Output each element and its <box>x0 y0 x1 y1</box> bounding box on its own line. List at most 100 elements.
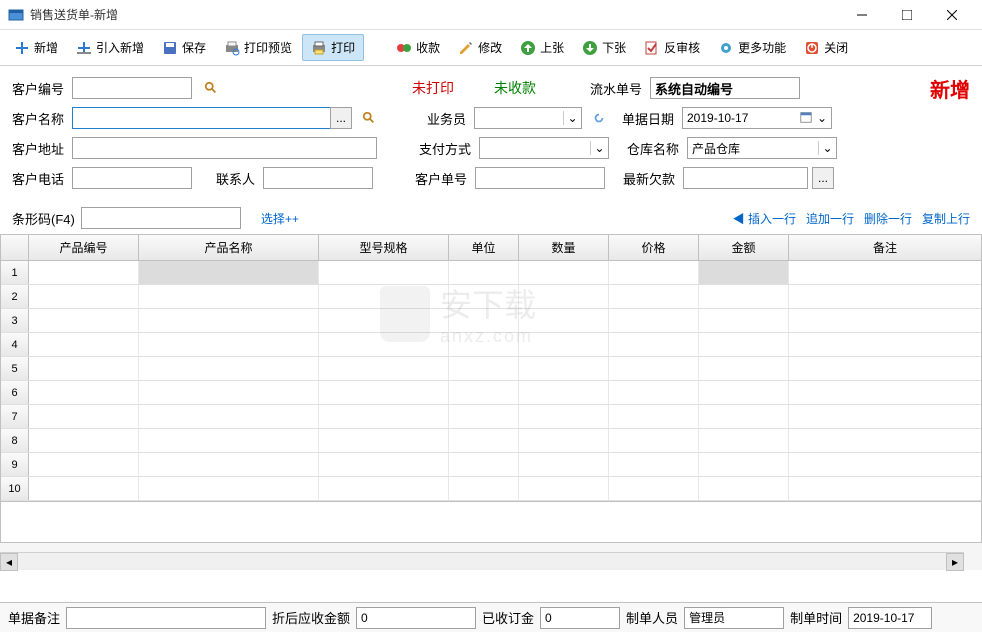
cell-price[interactable] <box>609 285 699 308</box>
cell-product-no[interactable] <box>29 453 139 476</box>
cell-product-name[interactable] <box>139 453 319 476</box>
cell-price[interactable] <box>609 261 699 284</box>
cell-spec[interactable] <box>319 357 449 380</box>
col-remark[interactable]: 备注 <box>789 235 981 260</box>
cell-amount[interactable] <box>699 333 789 356</box>
cell-amount[interactable] <box>699 285 789 308</box>
horizontal-scrollbar[interactable]: ◂ ▸ <box>0 552 964 570</box>
cell-amount[interactable] <box>699 309 789 332</box>
cell-qty[interactable] <box>519 261 609 284</box>
print-preview-button[interactable]: 打印预览 <box>216 35 300 60</box>
maker-input[interactable] <box>684 607 784 629</box>
cell-product-no[interactable] <box>29 333 139 356</box>
copy-prev-row-link[interactable]: 复制上行 <box>922 210 970 227</box>
cell-qty[interactable] <box>519 453 609 476</box>
customer-search-icon[interactable] <box>200 77 222 99</box>
cell-product-name[interactable] <box>139 405 319 428</box>
cell-spec[interactable] <box>319 453 449 476</box>
cell-amount[interactable] <box>699 453 789 476</box>
cell-qty[interactable] <box>519 333 609 356</box>
cell-price[interactable] <box>609 333 699 356</box>
cell-remark[interactable] <box>789 453 981 476</box>
cell-product-no[interactable] <box>29 261 139 284</box>
bill-date-picker[interactable]: 2019-10-17 ⌄ <box>682 107 832 129</box>
cell-unit[interactable] <box>449 381 519 404</box>
cell-spec[interactable] <box>319 477 449 500</box>
table-row[interactable]: 2 <box>1 285 981 309</box>
scroll-left-button[interactable]: ◂ <box>0 553 18 571</box>
cell-product-name[interactable] <box>139 381 319 404</box>
last-debt-browse-button[interactable]: ... <box>812 167 834 189</box>
unaudit-button[interactable]: 反审核 <box>636 35 708 60</box>
cell-amount[interactable] <box>699 357 789 380</box>
cell-qty[interactable] <box>519 405 609 428</box>
serial-input[interactable] <box>650 77 800 99</box>
save-button[interactable]: 保存 <box>154 35 214 60</box>
deposit-input[interactable] <box>540 607 620 629</box>
cell-remark[interactable] <box>789 333 981 356</box>
cell-remark[interactable] <box>789 285 981 308</box>
cell-price[interactable] <box>609 309 699 332</box>
table-row[interactable]: 6 <box>1 381 981 405</box>
cell-remark[interactable] <box>789 405 981 428</box>
col-price[interactable]: 价格 <box>609 235 699 260</box>
cell-spec[interactable] <box>319 381 449 404</box>
cell-qty[interactable] <box>519 477 609 500</box>
more-button[interactable]: 更多功能 <box>710 35 794 60</box>
cell-remark[interactable] <box>789 357 981 380</box>
cell-product-no[interactable] <box>29 429 139 452</box>
barcode-input[interactable] <box>81 207 241 229</box>
cell-product-name[interactable] <box>139 285 319 308</box>
col-unit[interactable]: 单位 <box>449 235 519 260</box>
delete-row-link[interactable]: 删除一行 <box>864 210 912 227</box>
customer-no-input[interactable] <box>72 77 192 99</box>
print-button[interactable]: 打印 <box>302 34 364 61</box>
contact-input[interactable] <box>263 167 373 189</box>
cell-qty[interactable] <box>519 285 609 308</box>
cell-qty[interactable] <box>519 381 609 404</box>
cell-spec[interactable] <box>319 261 449 284</box>
cell-unit[interactable] <box>449 453 519 476</box>
scroll-right-button[interactable]: ▸ <box>946 553 964 571</box>
cell-unit[interactable] <box>449 357 519 380</box>
table-row[interactable]: 5 <box>1 357 981 381</box>
minimize-button[interactable] <box>839 0 884 30</box>
cell-product-no[interactable] <box>29 477 139 500</box>
import-new-button[interactable]: 引入新增 <box>68 35 152 60</box>
cell-price[interactable] <box>609 477 699 500</box>
make-time-input[interactable] <box>848 607 932 629</box>
last-debt-input[interactable] <box>683 167 808 189</box>
close-button[interactable]: 关闭 <box>796 35 856 60</box>
cell-product-no[interactable] <box>29 357 139 380</box>
cell-price[interactable] <box>609 429 699 452</box>
table-row[interactable]: 9 <box>1 453 981 477</box>
cell-product-name[interactable] <box>139 309 319 332</box>
cell-amount[interactable] <box>699 477 789 500</box>
cell-amount[interactable] <box>699 261 789 284</box>
maximize-button[interactable] <box>884 0 929 30</box>
cell-product-name[interactable] <box>139 477 319 500</box>
cell-product-no[interactable] <box>29 405 139 428</box>
cell-product-name[interactable] <box>139 357 319 380</box>
cell-product-name[interactable] <box>139 429 319 452</box>
cell-remark[interactable] <box>789 309 981 332</box>
cell-unit[interactable] <box>449 429 519 452</box>
col-amount[interactable]: 金额 <box>699 235 789 260</box>
new-button[interactable]: 新增 <box>6 35 66 60</box>
table-row[interactable]: 7 <box>1 405 981 429</box>
cell-unit[interactable] <box>449 261 519 284</box>
table-row[interactable]: 10 <box>1 477 981 501</box>
customer-name-browse-button[interactable]: ... <box>330 107 352 129</box>
cell-unit[interactable] <box>449 309 519 332</box>
choose-link[interactable]: 选择++ <box>261 210 299 227</box>
cell-product-no[interactable] <box>29 309 139 332</box>
cell-unit[interactable] <box>449 405 519 428</box>
table-row[interactable]: 3 <box>1 309 981 333</box>
cell-qty[interactable] <box>519 429 609 452</box>
receive-button[interactable]: 收款 <box>388 35 448 60</box>
col-product-no[interactable]: 产品编号 <box>29 235 139 260</box>
col-qty[interactable]: 数量 <box>519 235 609 260</box>
table-row[interactable]: 8 <box>1 429 981 453</box>
cell-amount[interactable] <box>699 381 789 404</box>
after-discount-input[interactable] <box>356 607 476 629</box>
